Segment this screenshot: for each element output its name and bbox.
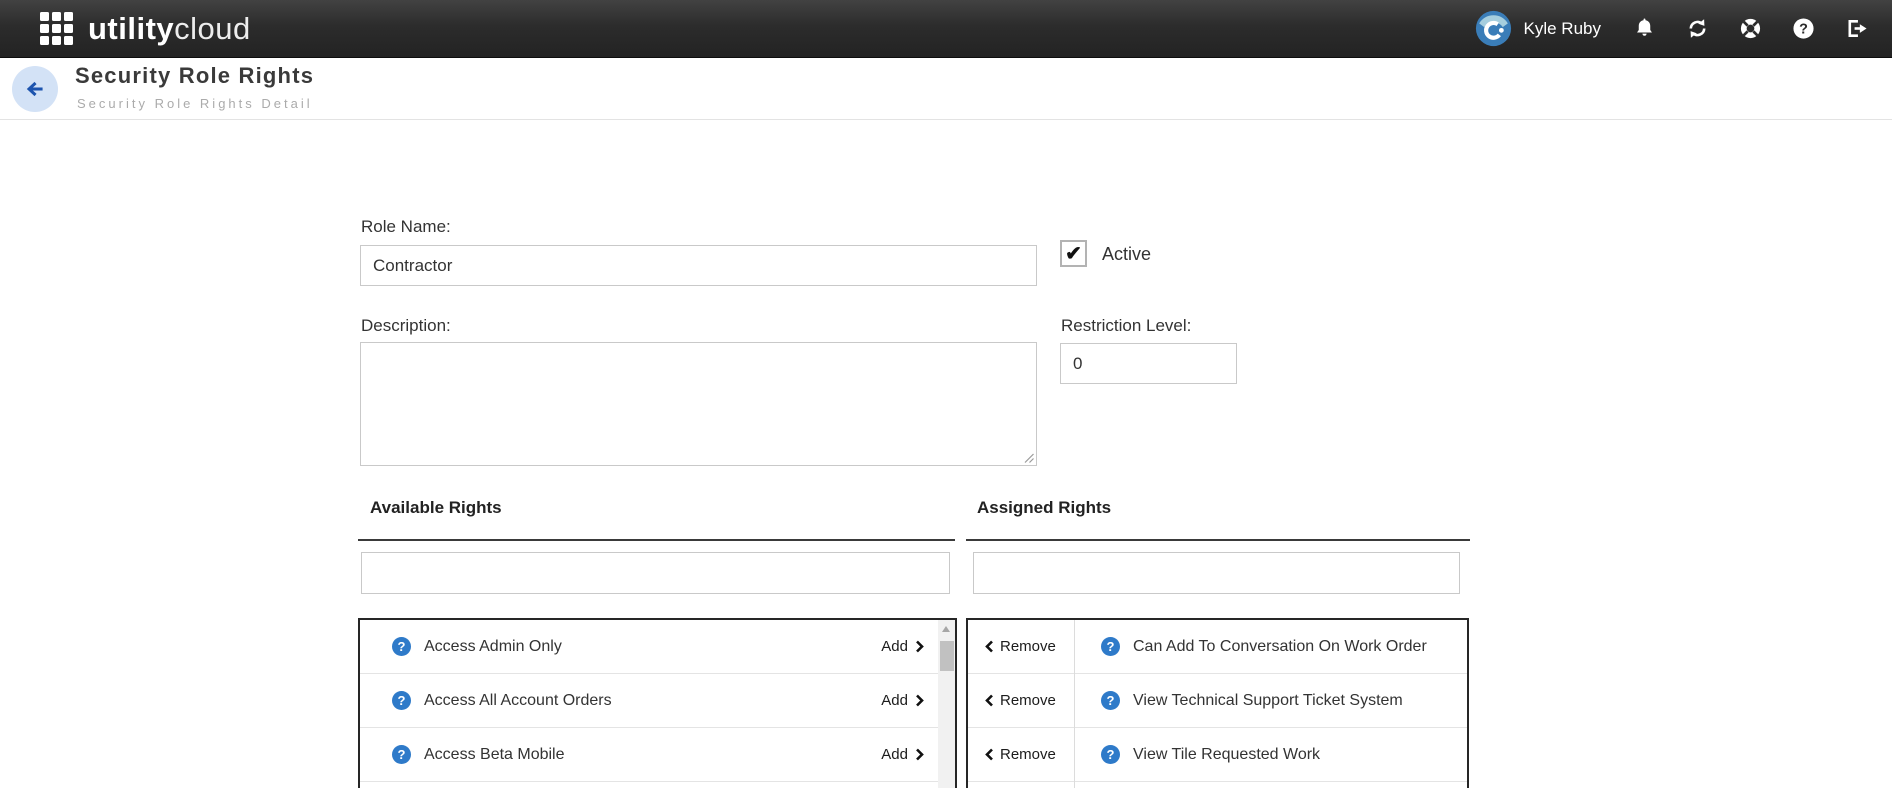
right-label: View Tile Requested Work <box>1133 746 1320 764</box>
remove-button[interactable]: Remove <box>968 728 1074 781</box>
restriction-level-input[interactable] <box>1060 343 1237 384</box>
top-navbar: utilitycloud Kyle Ruby <box>0 0 1892 58</box>
user-name[interactable]: Kyle Ruby <box>1524 19 1601 39</box>
remove-button-label: Remove <box>1000 692 1056 709</box>
assigned-rights-list: Remove ? Can Add To Conversation On Work… <box>966 618 1469 788</box>
list-item: Remove ? Can Add To Conversation On Work… <box>968 620 1467 674</box>
role-name-input[interactable] <box>360 245 1037 286</box>
add-button-label: Add <box>881 746 908 763</box>
assigned-rights-title: Assigned Rights <box>977 498 1111 518</box>
app-logo: utilitycloud <box>88 11 251 47</box>
right-label: Access Admin Only <box>424 638 562 656</box>
list-item: Remove ? View Technical Support Ticket S… <box>968 674 1467 728</box>
restriction-level-label: Restriction Level: <box>1061 316 1191 336</box>
column-divider <box>1074 620 1075 788</box>
back-arrow-icon <box>22 76 48 102</box>
help-circle-icon[interactable]: ? <box>392 691 411 710</box>
role-name-label: Role Name: <box>361 217 451 237</box>
help-circle-icon[interactable]: ? <box>1101 691 1120 710</box>
assigned-right: ? View Technical Support Ticket System <box>1074 674 1403 727</box>
active-label: Active <box>1102 244 1151 265</box>
right-label: Access Beta Mobile <box>424 746 565 764</box>
add-button[interactable]: Add <box>881 692 924 709</box>
list-item: ? Access Beta Mobile Add <box>360 728 938 782</box>
description-label: Description: <box>361 316 451 336</box>
help-circle-icon[interactable]: ? <box>1101 745 1120 764</box>
right-label: Access All Account Orders <box>424 692 612 710</box>
help-icon[interactable]: ? <box>1792 17 1815 40</box>
list-item: ? Access Admin Only Add <box>360 620 938 674</box>
page: utilitycloud Kyle Ruby <box>0 0 1892 788</box>
page-header: Security Role Rights Security Role Right… <box>0 59 1892 120</box>
chevron-left-icon <box>985 748 994 761</box>
logo-text-light: cloud <box>174 11 251 46</box>
scrollbar-thumb[interactable] <box>940 641 954 671</box>
description-textarea[interactable] <box>360 342 1037 466</box>
refresh-icon[interactable] <box>1686 17 1709 40</box>
assigned-right: ? View Tile Requested Work <box>1074 728 1320 781</box>
chevron-right-icon <box>915 748 924 761</box>
available-rights-list: ? Access Admin Only Add ? Access All Acc… <box>358 618 957 788</box>
right-label: View Technical Support Ticket System <box>1133 692 1403 710</box>
page-title: Security Role Rights <box>75 63 314 89</box>
right-label: Can Add To Conversation On Work Order <box>1133 638 1427 656</box>
chevron-right-icon <box>915 694 924 707</box>
user-avatar[interactable] <box>1475 10 1512 47</box>
logo-text-bold: utility <box>88 11 174 46</box>
list-item: Remove ? View Tile Requested Work <box>968 728 1467 782</box>
available-rights-rows: ? Access Admin Only Add ? Access All Acc… <box>360 620 938 782</box>
chevron-left-icon <box>985 640 994 653</box>
page-subtitle: Security Role Rights Detail <box>77 96 313 111</box>
svg-text:?: ? <box>1799 21 1808 37</box>
active-checkbox[interactable]: ✔ <box>1060 240 1087 267</box>
add-button[interactable]: Add <box>881 746 924 763</box>
logout-icon[interactable] <box>1845 17 1868 40</box>
life-ring-icon[interactable] <box>1739 17 1762 40</box>
assigned-right: ? Can Add To Conversation On Work Order <box>1074 620 1427 673</box>
scroll-up-arrow-icon[interactable] <box>942 626 950 632</box>
help-circle-icon[interactable]: ? <box>392 745 411 764</box>
assigned-rights-rule <box>966 539 1470 541</box>
bell-icon[interactable] <box>1633 17 1656 40</box>
available-rights-rule <box>358 539 955 541</box>
help-circle-icon[interactable]: ? <box>1101 637 1120 656</box>
add-button-label: Add <box>881 692 908 709</box>
chevron-right-icon <box>915 640 924 653</box>
add-button-label: Add <box>881 638 908 655</box>
navbar-right: Kyle Ruby <box>1475 10 1868 47</box>
remove-button[interactable]: Remove <box>968 674 1074 727</box>
available-rights-search-input[interactable] <box>361 552 950 594</box>
add-button[interactable]: Add <box>881 638 924 655</box>
help-circle-icon[interactable]: ? <box>392 637 411 656</box>
scrollbar[interactable] <box>938 620 955 788</box>
chevron-left-icon <box>985 694 994 707</box>
remove-button-label: Remove <box>1000 638 1056 655</box>
assigned-rights-search-input[interactable] <box>973 552 1460 594</box>
available-rights-title: Available Rights <box>370 498 502 518</box>
back-button[interactable] <box>12 66 58 112</box>
remove-button[interactable]: Remove <box>968 620 1074 673</box>
remove-button-label: Remove <box>1000 746 1056 763</box>
list-item: ? Access All Account Orders Add <box>360 674 938 728</box>
resize-handle-icon[interactable] <box>1022 451 1035 464</box>
grid-menu-icon[interactable] <box>38 11 74 47</box>
